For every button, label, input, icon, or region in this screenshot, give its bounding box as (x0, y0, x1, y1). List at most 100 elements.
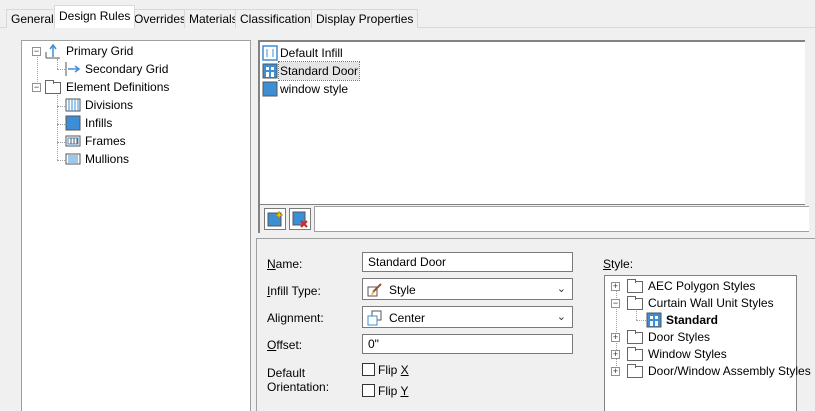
tab-display-properties-label: Display Properties (316, 12, 414, 26)
tab-display-properties[interactable]: Display Properties (311, 9, 419, 28)
collapse-icon[interactable]: − (32, 83, 41, 92)
chevron-down-icon: ⌄ (556, 311, 566, 323)
expand-icon[interactable]: + (611, 333, 620, 342)
list-item-label: window style (280, 82, 349, 96)
infill-type-label: Infill Type: (267, 284, 321, 298)
folder-icon (627, 347, 643, 361)
tree-item-label: Secondary Grid (85, 62, 169, 76)
frames-icon (65, 135, 81, 147)
tree-item-divisions[interactable]: Divisions (65, 96, 235, 114)
name-label: Name: (267, 257, 303, 271)
tree-item-label: Door/Window Assembly Styles (648, 364, 811, 378)
tab-general-label: General (11, 12, 54, 26)
flip-y-label[interactable]: Flip Y (378, 384, 408, 398)
flip-y-checkbox[interactable] (362, 384, 375, 397)
infill-list[interactable]: Default Infill Standard Door window styl… (258, 40, 805, 206)
flip-x-label[interactable]: Flip X (378, 363, 409, 377)
folder-icon (627, 330, 643, 344)
tree-item-label: Door Styles (648, 330, 711, 344)
expand-icon[interactable]: + (611, 282, 620, 291)
new-infill-button[interactable] (264, 208, 286, 230)
infills-icon (65, 115, 81, 131)
collapse-icon[interactable]: − (32, 47, 41, 56)
tree-connector (636, 320, 646, 321)
tree-item-label: AEC Polygon Styles (648, 279, 756, 293)
window-infill-icon (262, 81, 278, 97)
default-orientation-label-line2: Orientation: (267, 380, 330, 394)
offset-input[interactable]: 0" (362, 334, 573, 354)
infill-toolbar (258, 205, 809, 233)
style-tree-item-aec-polygon-styles[interactable]: + AEC Polygon Styles (611, 277, 796, 295)
expand-icon[interactable]: + (611, 367, 620, 376)
mullions-icon (65, 153, 81, 165)
tree-item-frames[interactable]: Frames (65, 132, 235, 150)
primary-grid-icon (45, 43, 60, 59)
list-item-label: Standard Door (277, 61, 361, 81)
name-input[interactable]: Standard Door (362, 252, 573, 272)
tab-design-rules[interactable]: Design Rules (54, 5, 136, 28)
new-icon (267, 210, 284, 227)
tab-materials-label: Materials (189, 12, 238, 26)
style-brush-icon (367, 283, 382, 297)
tree-connector (57, 95, 58, 160)
infill-type-select[interactable]: Style ⌄ (362, 278, 573, 300)
tree-connector (57, 106, 65, 107)
tree-connector (57, 142, 65, 143)
tree-item-element-definitions[interactable]: − Element Definitions (32, 78, 232, 96)
folder-icon (627, 364, 643, 378)
alignment-select[interactable]: Center ⌄ (362, 306, 573, 328)
style-tree-item-door-window-assembly-styles[interactable]: + Door/Window Assembly Styles (611, 362, 811, 380)
toolbar-blank-area (314, 206, 809, 232)
list-item-label: Default Infill (280, 46, 343, 60)
folder-icon (627, 296, 643, 310)
tree-item-label: Divisions (85, 98, 134, 112)
delete-icon (292, 211, 308, 228)
style-tree[interactable]: + AEC Polygon Styles − Curtain Wall Unit… (604, 275, 811, 411)
name-input-value: Standard Door (368, 255, 447, 269)
folder-icon (45, 80, 61, 94)
tree-item-mullions[interactable]: Mullions (65, 150, 235, 168)
tree-connector (57, 160, 65, 161)
tree-item-infills[interactable]: Infills (65, 114, 235, 132)
style-tree-item-window-styles[interactable]: + Window Styles (611, 345, 796, 363)
tree-connector (57, 69, 65, 70)
offset-label: Offset: (267, 338, 303, 352)
tab-materials[interactable]: Materials (184, 9, 243, 28)
style-label: Style: (603, 257, 634, 271)
tree-item-label: Mullions (85, 152, 130, 166)
infill-type-value: Style (389, 283, 416, 297)
infill-icon (262, 45, 278, 61)
alignment-label: Alignment: (267, 311, 324, 325)
tree-item-label: Window Styles (648, 347, 727, 361)
tree-item-label: Curtain Wall Unit Styles (648, 296, 774, 310)
tab-design-rules-label: Design Rules (59, 9, 131, 23)
tree-item-label: Primary Grid (66, 44, 134, 58)
tree-item-label: Frames (85, 134, 126, 148)
folder-icon (627, 279, 643, 293)
tab-general[interactable]: General (6, 9, 59, 28)
secondary-grid-icon (65, 62, 81, 76)
style-tree-item-curtain-wall-unit-styles[interactable]: − Curtain Wall Unit Styles (611, 294, 796, 312)
tree-item-label: Standard (666, 313, 719, 327)
flip-x-checkbox[interactable] (362, 363, 375, 376)
tree-item-secondary-grid[interactable]: Secondary Grid (65, 60, 235, 78)
expand-icon[interactable]: + (611, 350, 620, 359)
tab-classifications[interactable]: Classifications (235, 9, 322, 28)
default-orientation-label-line1: Default (267, 366, 306, 380)
curtain-wall-unit-icon (646, 312, 662, 328)
collapse-icon[interactable]: − (611, 299, 620, 308)
divisions-icon (65, 98, 81, 112)
delete-infill-button[interactable] (289, 208, 311, 230)
tree-item-primary-grid[interactable]: − Primary Grid (32, 42, 232, 60)
tree-item-label: Infills (85, 116, 113, 130)
tree-connector (57, 124, 65, 125)
tab-overrides-label: Overrides (134, 12, 187, 26)
style-tree-item-door-styles[interactable]: + Door Styles (611, 328, 796, 346)
chevron-down-icon: ⌄ (556, 283, 566, 295)
style-tree-item-standard[interactable]: Standard (646, 311, 796, 329)
tab-overrides[interactable]: Overrides (129, 9, 192, 28)
design-rules-tree[interactable]: − Primary Grid Secondary Grid − Element … (21, 40, 251, 411)
tree-item-label: Element Definitions (66, 80, 170, 94)
tab-bar: General Design Rules Overrides Materials… (0, 0, 815, 28)
offset-input-value: 0" (368, 337, 379, 351)
